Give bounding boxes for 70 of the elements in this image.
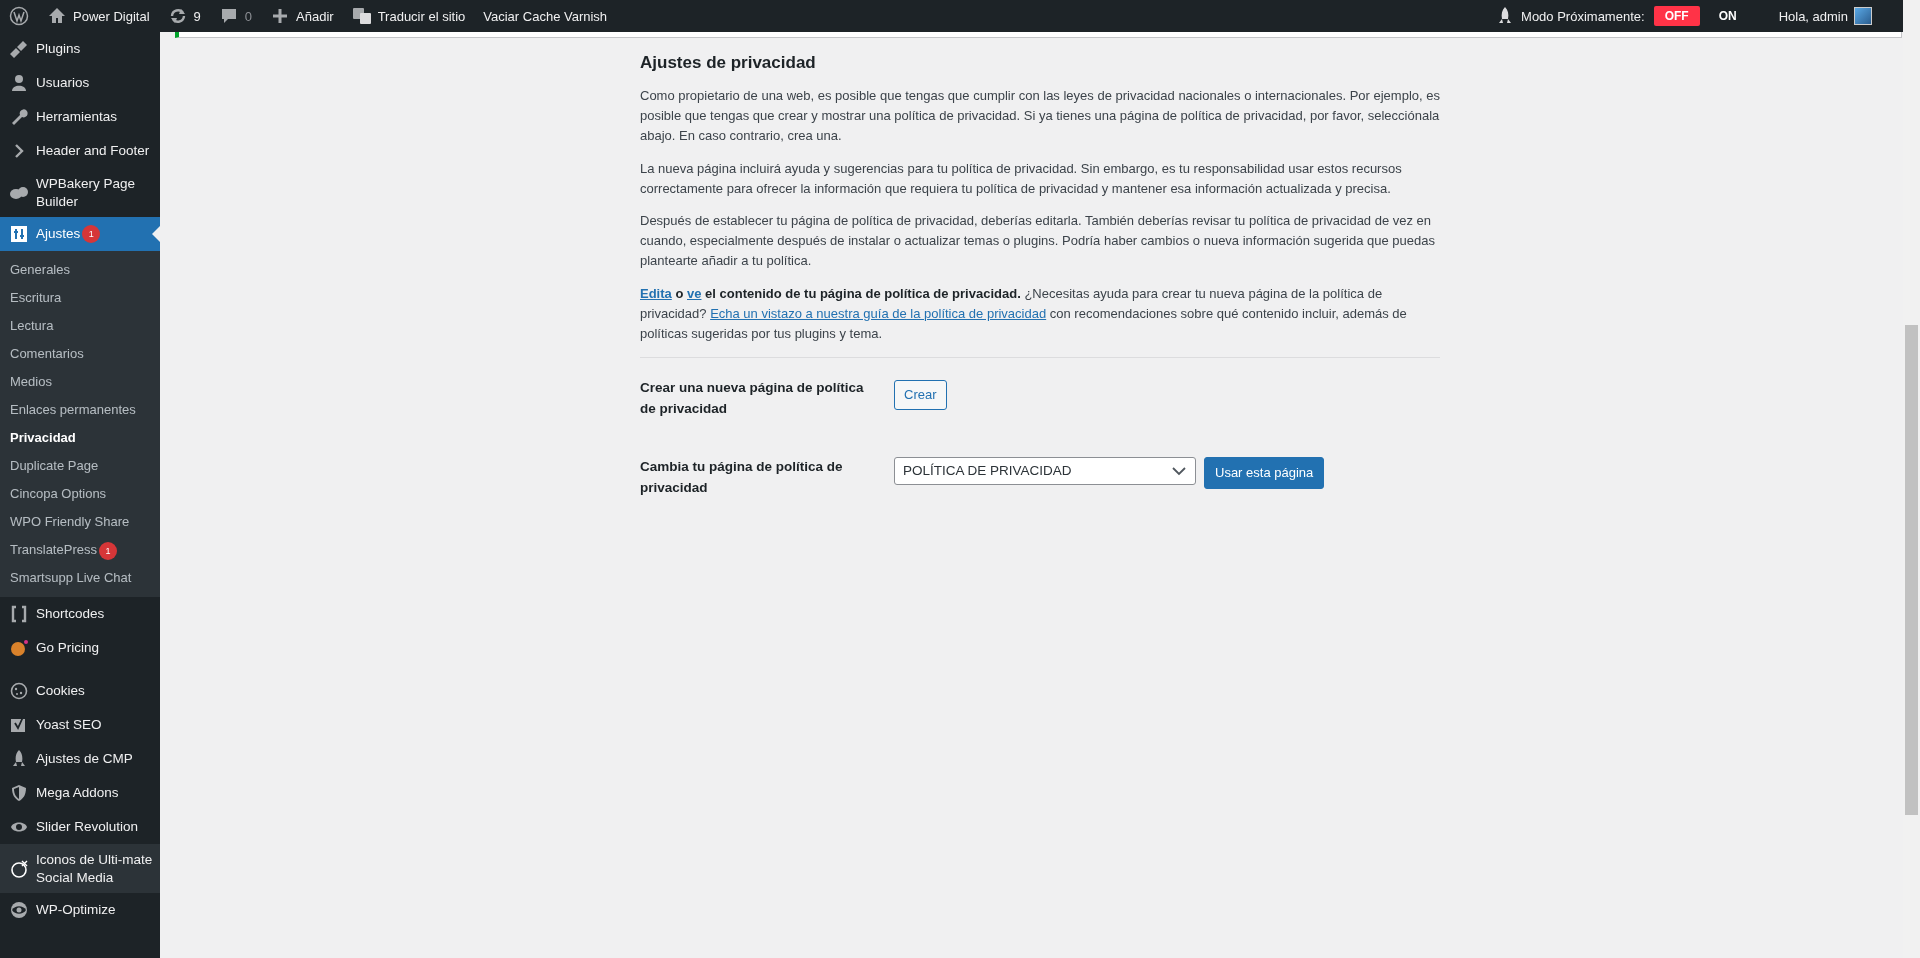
page-select[interactable]: POLÍTICA DE PRIVACIDAD <box>894 457 1196 486</box>
cookie-icon <box>9 681 29 702</box>
help-paragraph: Edita o ve el contenido de tu página de política de privacidad. ¿Necesitas ayuda para crear tu nueva página de la política de privacidad? Echa un vistazo a nuestra guía de la política de privacidad con recomendaciones sobre qué contenido incluir, además de políticas sugeridas por tus plugins y tema. <box>640 285 1408 343</box>
menu-item[interactable]: Plugins <box>0 32 160 66</box>
new-item[interactable]: Añadir <box>261 0 343 32</box>
count-badge: 1 <box>82 225 101 244</box>
submenu-item[interactable]: Duplicate Page <box>0 452 160 481</box>
submenu-item[interactable]: Medios <box>0 368 160 397</box>
updates-count: 9 <box>193 8 201 24</box>
submenu-item[interactable]: Enlaces permanentes <box>0 396 160 425</box>
create-button[interactable]: Crear <box>894 379 947 410</box>
create-label: Crear una nueva página de política de privacidad <box>640 378 865 418</box>
plug-icon <box>9 39 29 59</box>
eye-ring-icon <box>9 900 29 921</box>
guide-link[interactable]: Echa un vistazo a nuestra guía de la política de privacidad <box>710 305 1047 321</box>
menu-item[interactable]: Herramientas <box>0 100 160 134</box>
page-heading: Ajustes de privacidad <box>640 52 817 74</box>
coming-soon-label: Modo Próximamente: <box>1521 8 1645 24</box>
submenu-item[interactable]: TranslatePress 1 <box>0 536 160 565</box>
brackets-icon <box>9 604 29 625</box>
site-name: Power Digital <box>73 8 150 24</box>
menu-item[interactable]: Iconos de Ulti-mate Social Media <box>0 844 160 894</box>
edit-link[interactable]: Edita <box>640 286 672 301</box>
submenu-item[interactable]: Smartsupp Live Chat <box>0 564 160 593</box>
submenu-item[interactable]: Escritura <box>0 284 160 313</box>
comments-item[interactable]: 0 <box>209 0 262 32</box>
submenu-item[interactable]: Comentarios <box>0 340 160 369</box>
comments-count: 0 <box>244 8 253 24</box>
new-label: Añadir <box>296 8 334 24</box>
translate-label: Traducir el sitio <box>377 8 466 24</box>
shield-icon <box>9 783 29 804</box>
menu-item[interactable]: Go Pricing <box>0 631 160 666</box>
user-icon <box>9 73 29 93</box>
updates-item[interactable]: 9 <box>158 0 210 32</box>
menu-item[interactable]: Ajustes 1 <box>0 217 160 252</box>
coming-soon-item[interactable]: Modo Próximamente: <box>1486 0 1654 32</box>
description-paragraph: La nueva página incluirá ayuda y sugerencias para tu política de privacidad. Sin embargo, es tu responsabilidad usar estos recursos correctamente para ofrecer la información que requiera tu política de privacidad y mantener esa información actualizada y precisa. <box>640 159 1403 198</box>
menu-item[interactable]: Ajustes de CMP <box>0 742 160 777</box>
change-label: Cambia tu página de política de privacidad <box>640 458 844 498</box>
translate-icon <box>351 6 372 26</box>
mode-toggle[interactable]: ON <box>1707 6 1748 26</box>
description-paragraph: Después de establecer tu página de política de privacidad, deberías editarla. También deberías revisar tu política de privacidad de vez en cuando, especialmente después de instalar o actualizar temas o plugins. Podría haber cambios o nueva información sugerida que puedas plantearte añadir a tu política. <box>640 212 1436 271</box>
menu-item[interactable]: WPBakery Page Builder <box>0 168 160 218</box>
submenu-item[interactable]: Lectura <box>0 312 160 341</box>
view-link[interactable]: ve <box>687 286 702 301</box>
description-paragraph: Como propietario de una web, es posible que tengas que cumplir con las leyes de privacidad nacionales o internacionales. Por ejemplo, es posible que tengas que crear y mostrar una política de privacidad. Si ya tienes una página de política de privacidad, por favor, selecciónala abajo. En caso contrario, crea una. <box>640 87 1440 145</box>
menu-item[interactable]: Mega Addons <box>0 776 160 811</box>
menu-item[interactable]: Cookies <box>0 665 160 709</box>
sliders-icon <box>9 224 29 245</box>
avatar <box>1854 7 1872 25</box>
home-icon <box>47 6 67 26</box>
menu-item[interactable]: Slider Revolution <box>0 810 160 845</box>
greeting: Hola, admin <box>1778 8 1848 24</box>
dotted-circle-icon <box>9 638 29 659</box>
menu-item[interactable]: Header and Footer <box>0 134 160 168</box>
account-item[interactable]: Hola, admin <box>1769 0 1881 32</box>
cache-link[interactable]: Vaciar Cache Varnish <box>474 0 617 32</box>
mode-toggle[interactable]: OFF <box>1653 6 1700 26</box>
menu-item[interactable]: Shortcodes <box>0 597 160 632</box>
submenu-item[interactable]: Generales <box>0 256 160 285</box>
use-page-button[interactable]: Usar esta página <box>1204 457 1325 490</box>
menu-item[interactable]: Yoast SEO <box>0 708 160 743</box>
submenu-item[interactable]: WPO Friendly Share <box>0 508 160 537</box>
submenu-item[interactable]: Cincopa Options <box>0 480 160 509</box>
menu-item[interactable]: Usuarios <box>0 66 160 100</box>
count-badge: 1 <box>98 541 117 560</box>
menu-item[interactable]: WP-Optimize <box>0 893 160 928</box>
translate-item[interactable]: Traducir el sitio <box>342 0 475 32</box>
site-name-link[interactable]: Power Digital <box>38 0 159 32</box>
submenu-item[interactable]: Privacidad <box>0 424 160 453</box>
